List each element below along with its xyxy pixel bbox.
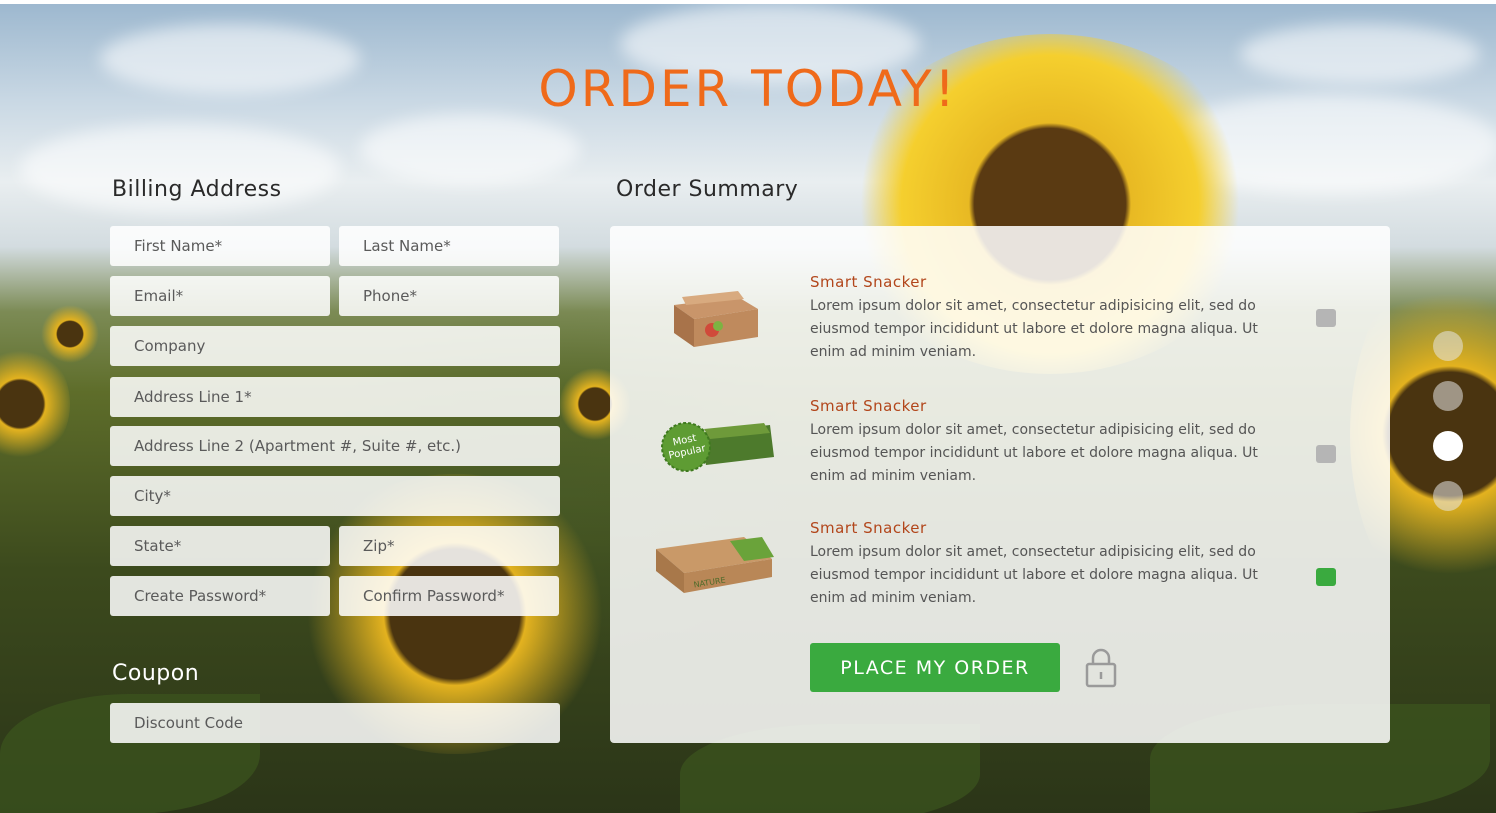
create-password-field[interactable] [110,576,330,616]
address-line-2-field[interactable] [110,426,560,466]
slider-dot[interactable] [1433,481,1463,511]
product-description: Lorem ipsum dolor sit amet, consectetur … [810,544,1258,606]
product-item: Most Popular Smart Snacker Lorem ipsum d… [610,397,1390,497]
product-select-checkbox[interactable] [1316,568,1336,586]
state-field[interactable] [110,526,330,566]
product-select-checkbox[interactable] [1316,445,1336,463]
slider-dot[interactable] [1433,381,1463,411]
city-field[interactable] [110,476,560,516]
page-title: ORDER TODAY! [538,60,958,118]
billing-heading: Billing Address [112,177,282,202]
product-name: Smart Snacker [810,397,927,415]
first-name-field[interactable] [110,226,330,266]
product-description: Lorem ipsum dolor sit amet, consectetur … [810,422,1258,484]
product-item: Smart Snacker Lorem ipsum dolor sit amet… [610,273,1390,373]
slider-dot[interactable] [1433,331,1463,361]
slider-dot-active[interactable] [1433,431,1463,461]
phone-field[interactable] [339,276,559,316]
order-summary-heading: Order Summary [616,177,799,202]
snack-box-nature-image: NATURE [656,537,774,593]
product-item: NATURE Smart Snacker Lorem ipsum dolor s… [610,519,1390,619]
snack-box-most-popular-image: Most Popular [661,422,774,472]
coupon-heading: Coupon [112,661,200,686]
product-description: Lorem ipsum dolor sit amet, consectetur … [810,298,1258,360]
address-line-1-field[interactable] [110,377,560,417]
product-select-checkbox[interactable] [1316,309,1336,327]
confirm-password-field[interactable] [339,576,559,616]
email-field[interactable] [110,276,330,316]
zip-field[interactable] [339,526,559,566]
place-order-button[interactable]: PLACE MY ORDER [810,643,1060,692]
snack-box-open-image [674,291,758,347]
last-name-field[interactable] [339,226,559,266]
product-name: Smart Snacker [810,519,927,537]
discount-code-field[interactable] [110,703,560,743]
company-field[interactable] [110,326,560,366]
product-name: Smart Snacker [810,273,927,291]
order-summary-panel: Smart Snacker Lorem ipsum dolor sit amet… [610,226,1390,743]
lock-icon [1085,648,1117,688]
